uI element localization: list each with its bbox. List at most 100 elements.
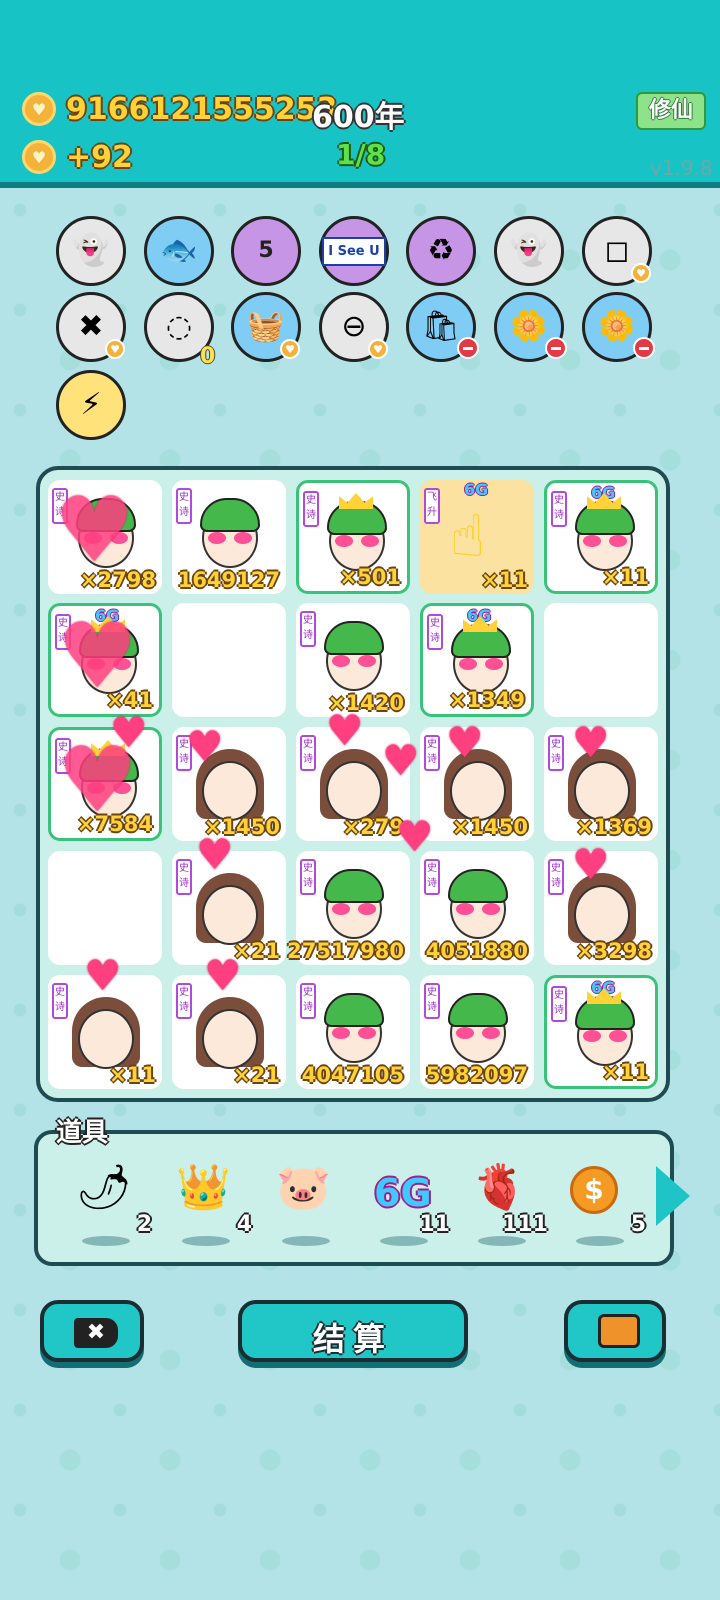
board-cell[interactable]: 史诗 ×1420	[296, 603, 410, 717]
board-cell[interactable]: 史诗 6G ×41 ♥	[48, 603, 162, 717]
minus-circle-tool[interactable]: ⊖ ♥	[319, 292, 389, 362]
fishbowl-icon: 🐟	[160, 233, 198, 268]
rarity-tag: 史诗	[427, 614, 443, 650]
minus-badge-icon	[457, 337, 479, 359]
fruit-basket-tool[interactable]: 🧺 ♥	[231, 292, 301, 362]
big-heart-icon: ♥	[57, 604, 138, 709]
lightning-tool[interactable]: ⚡	[56, 370, 126, 440]
item-shadow	[380, 1236, 428, 1246]
cell-count: ×11	[109, 1063, 156, 1087]
board-cell[interactable]: 史诗 ×2798 ♥	[48, 480, 162, 594]
board-cell[interactable]: 史诗 4047105	[296, 975, 410, 1089]
heart-badge-icon: ♥	[631, 263, 651, 283]
items-label: 道具	[56, 1118, 109, 1148]
cell-count: 4047105	[301, 1063, 404, 1087]
piggy-bank-item[interactable]: 🐷	[266, 1160, 346, 1246]
green-hat-face-icon	[444, 869, 512, 943]
calendar-tool[interactable]: 5	[231, 216, 301, 286]
minus-circle-icon: ⊖	[341, 309, 367, 344]
remove-tag-icon: ✖	[78, 309, 104, 344]
income-coin-icon: ♥	[22, 140, 56, 174]
item-shadow	[576, 1236, 624, 1246]
heart-badge-icon: ♥	[280, 339, 300, 359]
trash-bag-tool[interactable]: 🛍	[406, 292, 479, 362]
rarity-tag: 史诗	[424, 983, 440, 1019]
crowned-face-icon	[571, 988, 639, 1070]
pointing-hand-icon: ☝	[450, 502, 486, 570]
piggy-bank-icon: 🐷	[276, 1162, 331, 1213]
empty-cell[interactable]	[172, 603, 286, 717]
crown-icon: 👑	[176, 1162, 231, 1213]
rarity-tag: 史诗	[424, 859, 440, 895]
six-g-item[interactable]: 6G 11	[364, 1160, 450, 1246]
cultivate-button[interactable]: 修仙	[636, 92, 706, 130]
big-heart-icon: ♥	[54, 478, 135, 583]
dollar-coin-item[interactable]: $5	[560, 1160, 646, 1246]
fishbowl-tool[interactable]: 🐟	[144, 216, 214, 286]
cell-count: ×1349	[448, 688, 525, 712]
board-cell[interactable]: 飞升 6G ☝ ×11	[420, 480, 534, 594]
board-cell[interactable]: 史诗 27517980	[287, 851, 410, 965]
floating-heart-icon: ♥	[204, 951, 242, 1000]
board-cell[interactable]: 史诗 5982097	[420, 975, 534, 1089]
version-label: v1.9.8	[650, 156, 713, 180]
crowned-face-icon	[571, 493, 639, 575]
floating-heart-icon: ♥	[446, 718, 484, 767]
empty-cell[interactable]	[544, 603, 658, 717]
settle-label: 结算	[312, 1320, 393, 1358]
rarity-tag: 史诗	[300, 859, 316, 895]
briefcase-icon	[598, 1314, 640, 1348]
sugar-cubes-tool[interactable]: ◻ ♥	[582, 216, 652, 286]
cell-count: ×21	[233, 1063, 280, 1087]
recycle-icon: ♻	[427, 233, 455, 268]
rarity-tag: 史诗	[176, 859, 192, 895]
winking-ghost-tool[interactable]: 👻	[494, 216, 564, 286]
rarity-tag: 史诗	[300, 735, 316, 771]
item-shadow	[478, 1236, 526, 1246]
remove-button[interactable]: ✖	[40, 1300, 144, 1362]
cell-count: ×11	[481, 568, 528, 592]
settle-button[interactable]: 结算	[238, 1300, 468, 1362]
rarity-tag: 史诗	[52, 983, 68, 1019]
recycle-tool[interactable]: ♻	[406, 216, 476, 286]
board-cell[interactable]: 史诗 4051880	[420, 851, 534, 965]
minus-badge-icon	[545, 337, 567, 359]
chili-pepper-item[interactable]: 🌶 2	[66, 1160, 152, 1246]
cell-count: ×3298	[575, 939, 652, 963]
chili-pepper-icon: 🌶	[76, 1162, 132, 1213]
remove-tag-icon: ✖	[74, 1318, 118, 1348]
cell-count: ×11	[602, 1060, 649, 1084]
board-cell[interactable]: 史诗 1649127	[172, 480, 286, 594]
liver-item[interactable]: 🫀 111	[462, 1160, 548, 1246]
rarity-tag: 史诗	[548, 735, 564, 771]
bag-button[interactable]	[564, 1300, 666, 1362]
crown-item[interactable]: 👑 4	[166, 1160, 252, 1246]
flower-pot-tool[interactable]: 🌼	[582, 292, 655, 362]
six-g-badge: 6G	[464, 480, 489, 499]
empty-cell[interactable]	[48, 851, 162, 965]
item-shadow	[282, 1236, 330, 1246]
six-g-icon: 6G	[374, 1171, 432, 1215]
ghost-tool[interactable]: 👻	[56, 216, 126, 286]
board-cell[interactable]: 史诗 6G ×1349	[420, 603, 534, 717]
board-cell[interactable]: 史诗 6G ×11	[544, 975, 658, 1089]
heart-badge-icon: ♥	[368, 339, 388, 359]
cell-count: ×1369	[575, 815, 652, 839]
green-hat-face-icon	[320, 869, 388, 943]
top-bar-edge	[0, 182, 720, 188]
rarity-tag: 史诗	[176, 488, 192, 524]
remove-tag-tool[interactable]: ✖ ♥	[56, 292, 126, 362]
level-progress: 1/8	[336, 138, 386, 171]
item-count: 4	[236, 1212, 252, 1237]
item-count: 2	[136, 1212, 152, 1237]
flower-pot-tool[interactable]: 🌼	[494, 292, 567, 362]
i-see-u-tool[interactable]: I See U	[319, 216, 389, 286]
floating-heart-icon: ♥	[84, 951, 122, 1000]
cell-count: ×501	[339, 565, 401, 589]
board-cell[interactable]: 史诗 ×501	[296, 480, 410, 594]
heart-badge-icon: ♥	[105, 339, 125, 359]
rarity-tag: 史诗	[303, 491, 319, 527]
board-cell[interactable]: 史诗 6G ×11	[544, 480, 658, 594]
cell-count: ×1450	[451, 815, 528, 839]
next-arrow-icon[interactable]	[656, 1166, 690, 1226]
